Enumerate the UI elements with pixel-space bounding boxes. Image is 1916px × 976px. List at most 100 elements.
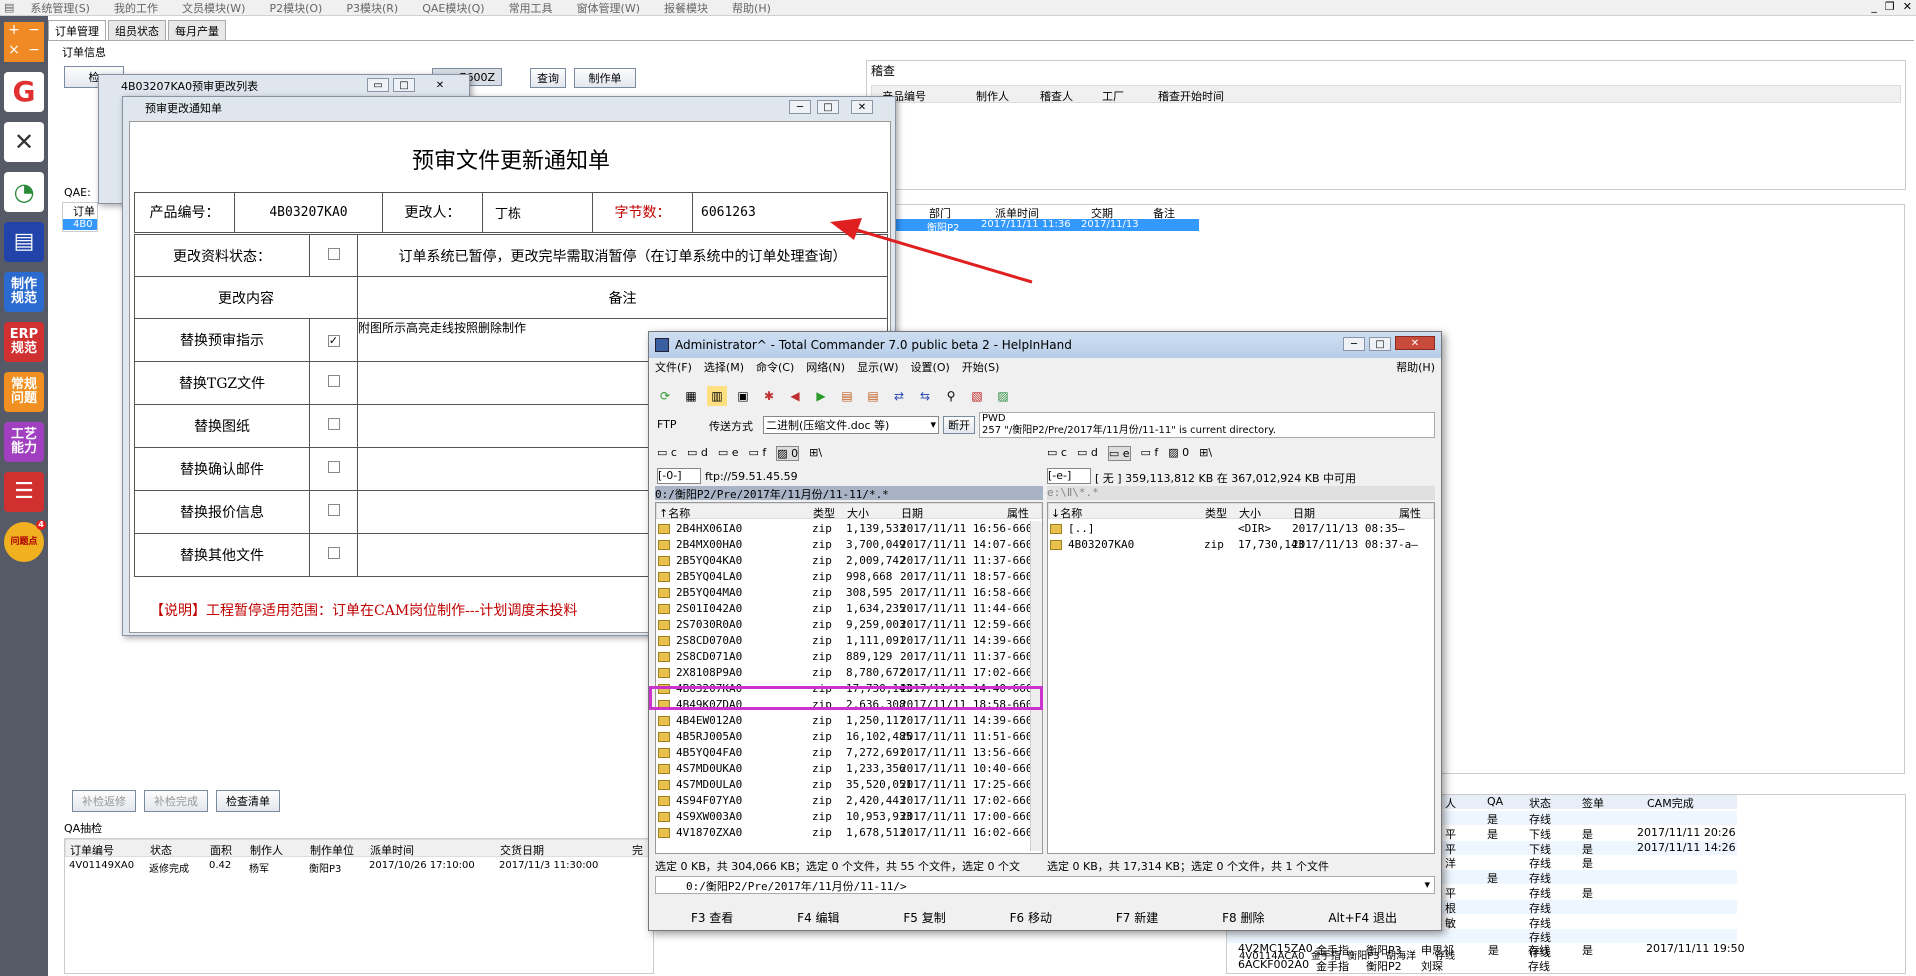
drive-d[interactable]: ▭ d xyxy=(687,446,708,461)
refresh-icon[interactable]: ⟳ xyxy=(655,386,675,406)
menu-meal[interactable]: 报餐模块 xyxy=(652,0,720,16)
item-checkbox[interactable] xyxy=(327,504,340,516)
f4-edit-button[interactable]: F4 编辑 xyxy=(797,909,839,926)
menu-p2[interactable]: P2模块(O) xyxy=(257,0,334,16)
drive-f[interactable]: ▭ f xyxy=(1141,446,1159,461)
minimize-button[interactable]: _ xyxy=(1871,0,1877,13)
f5-copy-button[interactable]: F5 复制 xyxy=(903,909,945,926)
logo-icon[interactable]: G xyxy=(4,72,44,112)
col-attr[interactable]: 属性 xyxy=(1007,505,1029,521)
menu-help[interactable]: 帮助(H) xyxy=(720,0,783,16)
col-attr[interactable]: 属性 xyxy=(1399,505,1421,521)
file-row[interactable]: 2B4HX06IA0 zip 1,139,533 2017/11/11 16:56-6… xyxy=(656,521,1032,537)
left-path[interactable]: 0:/衡阳P2/Pre/2017年/11月份/11-11/*.* xyxy=(655,486,1043,500)
col-date[interactable]: 日期 xyxy=(901,505,923,521)
menu-qae[interactable]: QAE模块(Q) xyxy=(410,0,496,16)
forward-icon[interactable]: ▶ xyxy=(811,386,831,406)
file-row[interactable]: 4S7MD0ULA0 zip 35,520,051 2017/11/11 17:25-… xyxy=(656,777,1032,793)
minimize-icon[interactable]: ─ xyxy=(1343,337,1365,351)
drive-0[interactable]: ▨ 0 xyxy=(776,446,800,461)
grid-view-icon[interactable]: ▦ xyxy=(681,386,701,406)
drive-0[interactable]: ▨ 0 xyxy=(1168,446,1189,461)
col-size[interactable]: 大小 xyxy=(1239,505,1261,521)
close-icon[interactable]: ✕ xyxy=(429,78,451,92)
file-row[interactable]: 2B4MX00HA0 zip 3,700,049 2017/11/11 14:07-6… xyxy=(656,537,1032,553)
checklist-button[interactable]: 检查清单 xyxy=(216,790,280,812)
drive-e[interactable]: ▭ e xyxy=(718,446,739,461)
unpack-icon[interactable]: ▤ xyxy=(863,386,883,406)
tc-menu-command[interactable]: 命令(C) xyxy=(750,359,800,375)
left-drive-select[interactable]: [-0-] xyxy=(657,468,701,484)
file-row[interactable]: [..] <DIR> 2017/11/13 08:35— xyxy=(1048,521,1434,537)
menu-tools[interactable]: 常用工具 xyxy=(497,0,565,16)
item-checkbox[interactable] xyxy=(327,547,340,559)
recheck-repair-button[interactable]: 补检返修 xyxy=(72,790,136,812)
right-drive-select[interactable]: [-e-] xyxy=(1047,468,1091,484)
left-order-cell[interactable]: 4B0 xyxy=(63,219,97,230)
file-row[interactable]: 2B5YQ04MA0 zip 308,595 2017/11/11 16:58-660 xyxy=(656,585,1032,601)
query-button[interactable]: 查询 xyxy=(530,68,566,88)
item-checkbox-checked[interactable]: ✓ xyxy=(327,335,340,347)
f7-new-button[interactable]: F7 新建 xyxy=(1116,909,1158,926)
item-checkbox[interactable] xyxy=(327,418,340,430)
maximize-icon[interactable]: □ xyxy=(817,100,839,114)
maximize-icon[interactable]: □ xyxy=(1369,337,1391,351)
tc-menu-help[interactable]: 帮助(H) xyxy=(1390,359,1441,375)
f8-delete-button[interactable]: F8 删除 xyxy=(1222,909,1264,926)
tree-view-icon[interactable]: ▥ xyxy=(707,386,727,406)
file-row[interactable]: 4B5RJ005A0 zip 16,102,485 2017/11/11 11:51-… xyxy=(656,729,1032,745)
menu-p3[interactable]: P3模块(R) xyxy=(334,0,410,16)
pdf-icon[interactable]: ▧ xyxy=(967,386,987,406)
file-row[interactable]: 4V1870ZXA0 zip 1,678,513 2017/11/11 16:02-6… xyxy=(656,825,1032,841)
back-icon[interactable]: ◀ xyxy=(785,386,805,406)
file-row[interactable]: 4B5YQ04FA0 zip 7,272,691 2017/11/11 13:56-6… xyxy=(656,745,1032,761)
tab-member-status[interactable]: 组员状态 xyxy=(108,20,166,40)
command-line[interactable]: 0:/衡阳P2/Pre/2017年/11月份/11-11/> ▾ xyxy=(655,876,1435,894)
col-type[interactable]: 类型 xyxy=(813,505,835,521)
col-date[interactable]: 日期 xyxy=(1293,505,1315,521)
right-path[interactable]: e:\Ⅱ\*.* xyxy=(1047,486,1435,500)
capability-button[interactable]: 工艺 能力 xyxy=(4,422,44,462)
file-row[interactable]: 2B5YQ04LA0 zip 998,668 2017/11/11 18:57-660 xyxy=(656,569,1032,585)
tc-menu-settings[interactable]: 设置(O) xyxy=(905,359,956,375)
erp-button[interactable]: ERP 规范 xyxy=(4,322,44,362)
file-row[interactable]: 4S94F07YA0 zip 2,420,443 2017/11/11 17:02-6… xyxy=(656,793,1032,809)
f3-view-button[interactable]: F3 查看 xyxy=(691,909,733,926)
drive-c[interactable]: ▭ c xyxy=(657,446,677,461)
save-icon[interactable]: ▤ xyxy=(4,222,44,262)
status-checkbox[interactable] xyxy=(327,247,340,260)
file-row[interactable]: 4S9XW003A0 zip 10,953,933 2017/11/11 17:00-… xyxy=(656,809,1032,825)
tc-menu-view[interactable]: 显示(W) xyxy=(851,359,904,375)
close-icon[interactable]: ✕ xyxy=(851,100,873,114)
network-drive[interactable]: ⊞\ xyxy=(1199,446,1212,461)
close-icon[interactable]: ✕ xyxy=(1395,336,1435,350)
file-row[interactable]: 4B4EW012A0 zip 1,250,117 2017/11/11 14:39-6… xyxy=(656,713,1032,729)
col-type[interactable]: 类型 xyxy=(1205,505,1227,521)
menu-my-work[interactable]: 我的工作 xyxy=(102,0,170,16)
menu-window[interactable]: 窗体管理(W) xyxy=(565,0,652,16)
file-row[interactable]: 2S8CD071A0 zip 889,129 2017/11/11 11:37-660 xyxy=(656,649,1032,665)
chart-icon[interactable]: ◔ xyxy=(4,172,44,212)
drive-c[interactable]: ▭ c xyxy=(1047,446,1067,461)
tab-monthly-output[interactable]: 每月产量 xyxy=(168,20,226,40)
network-drive[interactable]: ⊞\ xyxy=(809,446,822,461)
file-row[interactable]: 4S7MD0UKA0 zip 1,233,356 2017/11/11 10:40-6… xyxy=(656,761,1032,777)
tc-menu-network[interactable]: 网络(N) xyxy=(800,359,851,375)
make-order-button[interactable]: 制作单 xyxy=(574,68,636,88)
file-row[interactable]: 2S01I042A0 zip 1,634,235 2017/11/11 11:44-6… xyxy=(656,601,1032,617)
transfer-mode-select[interactable]: 二进制(压缩文件.doc 等) ▾ xyxy=(763,416,939,434)
drive-d[interactable]: ▭ d xyxy=(1077,446,1098,461)
col-name[interactable]: ↓名称 xyxy=(1051,505,1082,521)
f6-move-button[interactable]: F6 移动 xyxy=(1010,909,1052,926)
menu-system[interactable]: 系统管理(S) xyxy=(18,0,102,16)
minimize-icon[interactable]: ▭ xyxy=(367,78,389,92)
excel-icon[interactable]: ▨ xyxy=(993,386,1013,406)
item-checkbox[interactable] xyxy=(327,375,340,387)
tools-icon[interactable]: ✕ xyxy=(4,122,44,162)
tab-order-management[interactable]: 订单管理 xyxy=(48,20,106,40)
url-icon[interactable]: ⇆ xyxy=(915,386,935,406)
maximize-icon[interactable]: □ xyxy=(393,78,415,92)
drive-f[interactable]: ▭ f xyxy=(749,446,767,461)
qa-row[interactable]: 4V01149XA0 返修完成 0.42 杨军 衡阳P3 2017/10/26 … xyxy=(65,859,653,875)
file-row[interactable]: 2S7030R0A0 zip 9,259,003 2017/11/11 12:59-6… xyxy=(656,617,1032,633)
